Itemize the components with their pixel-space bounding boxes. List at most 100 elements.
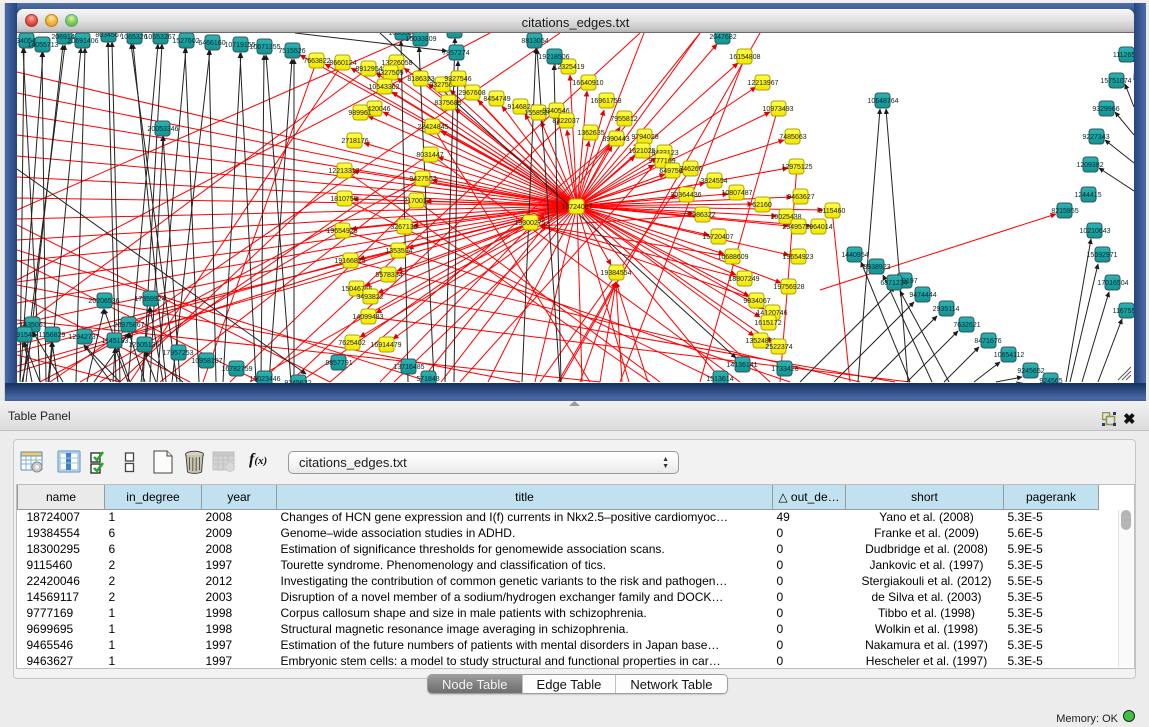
svg-text:7964014: 7964014: [805, 224, 832, 231]
svg-text:14136141: 14136141: [726, 362, 757, 369]
svg-text:8454749: 8454749: [483, 96, 510, 103]
svg-text:8034567: 8034567: [95, 33, 122, 39]
svg-text:8813054: 8813054: [521, 38, 548, 45]
svg-text:16154808: 16154808: [729, 54, 760, 61]
svg-text:20364436: 20364436: [670, 192, 701, 199]
svg-text:571848: 571848: [416, 376, 439, 383]
svg-text:22424845: 22424845: [417, 124, 448, 131]
svg-text:1145193: 1145193: [102, 338, 129, 345]
svg-text:10807487: 10807487: [721, 190, 752, 197]
svg-text:5578334: 5578334: [375, 272, 402, 279]
svg-text:17016504: 17016504: [1097, 280, 1128, 287]
svg-text:9834067: 9834067: [743, 298, 770, 305]
svg-text:3493822: 3493822: [356, 294, 383, 301]
svg-text:18807249: 18807249: [728, 276, 759, 283]
svg-text:2935114: 2935114: [933, 306, 960, 313]
svg-text:7515526: 7515526: [278, 48, 305, 55]
svg-text:9327546: 9327546: [444, 76, 471, 83]
svg-text:12975125: 12975125: [781, 164, 812, 171]
svg-text:19654925: 19654925: [326, 228, 357, 235]
svg-text:746266: 746266: [679, 166, 702, 173]
svg-text:20053346: 20053346: [147, 126, 178, 133]
svg-text:16640910: 16640910: [572, 80, 603, 87]
svg-text:10543362: 10543362: [368, 84, 399, 91]
svg-text:1810755: 1810755: [330, 196, 357, 203]
svg-text:1209382: 1209382: [1076, 162, 1103, 169]
svg-text:16914479: 16914479: [370, 342, 401, 349]
svg-text:18724007: 18724007: [561, 204, 592, 211]
svg-text:8471676: 8471676: [974, 338, 1001, 345]
svg-text:14055713: 14055713: [27, 42, 58, 49]
svg-text:9463627: 9463627: [787, 194, 814, 201]
svg-text:10210643: 10210643: [1079, 228, 1110, 235]
svg-text:989961: 989961: [348, 110, 371, 117]
svg-text:10654112: 10654112: [994, 352, 1025, 359]
svg-text:9115460: 9115460: [819, 208, 846, 215]
svg-text:1112654: 1112654: [1113, 52, 1134, 59]
svg-text:20691406: 20691406: [67, 38, 98, 45]
svg-text:7625402: 7625402: [338, 340, 365, 347]
svg-text:8660124: 8660124: [329, 60, 356, 67]
svg-text:6871234: 6871234: [880, 280, 907, 287]
svg-text:15023446: 15023446: [249, 376, 280, 383]
svg-text:15751074: 15751074: [1100, 78, 1131, 85]
svg-text:7857274: 7857274: [442, 50, 469, 57]
svg-text:19654923: 19654923: [782, 254, 813, 261]
svg-text:3824554: 3824554: [700, 178, 727, 185]
svg-text:17359924: 17359924: [134, 296, 165, 303]
svg-text:10688609: 10688609: [717, 254, 748, 261]
svg-text:8938923: 8938923: [863, 264, 890, 271]
svg-text:1513614: 1513614: [706, 376, 733, 383]
svg-text:7485063: 7485063: [779, 134, 806, 141]
svg-text:19218506: 19218506: [538, 54, 569, 61]
svg-text:6466160: 6466160: [198, 40, 225, 47]
svg-text:1167553: 1167553: [1113, 308, 1134, 315]
svg-text:15720407: 15720407: [702, 234, 733, 241]
svg-text:1353594: 1353594: [385, 248, 412, 255]
svg-text:10671355: 10671355: [249, 44, 280, 51]
svg-text:12213313: 12213313: [328, 168, 359, 175]
svg-text:9857791: 9857791: [325, 360, 352, 367]
svg-text:10973493: 10973493: [762, 106, 793, 113]
svg-text:1527602: 1527602: [172, 38, 199, 45]
svg-text:15692971: 15692971: [1086, 252, 1117, 259]
svg-text:19384554: 19384554: [600, 270, 631, 277]
svg-text:1156829: 1156829: [39, 332, 66, 339]
svg-text:881305: 881305: [443, 33, 466, 35]
svg-text:924565: 924565: [1039, 378, 1062, 383]
svg-text:2047682: 2047682: [709, 34, 736, 41]
svg-text:10958107: 10958107: [191, 358, 222, 365]
svg-text:9245632: 9245632: [284, 380, 311, 383]
svg-text:19756928: 19756928: [773, 284, 804, 291]
svg-text:8215955: 8215955: [1051, 208, 1078, 215]
svg-text:16033809: 16033809: [405, 36, 436, 43]
svg-text:17957253: 17957253: [162, 350, 193, 357]
svg-text:9245652: 9245652: [1017, 368, 1044, 375]
svg-text:8322037: 8322037: [552, 118, 579, 125]
svg-text:9329966: 9329966: [1092, 106, 1119, 113]
svg-text:20975867: 20975867: [113, 322, 144, 329]
svg-text:10648764: 10648764: [867, 98, 898, 105]
svg-text:8031447: 8031447: [416, 152, 443, 159]
svg-text:62160: 62160: [752, 202, 772, 209]
svg-text:9794028: 9794028: [631, 134, 658, 141]
svg-text:3267130: 3267130: [390, 224, 417, 231]
svg-text:19166825: 19166825: [334, 258, 365, 265]
svg-text:14099483: 14099483: [352, 314, 383, 321]
svg-text:9427552: 9427552: [409, 176, 436, 183]
svg-text:15300275: 15300275: [514, 220, 545, 227]
svg-text:12942737: 12942737: [68, 334, 99, 341]
svg-text:16961758: 16961758: [590, 98, 621, 105]
svg-text:13716485: 13716485: [393, 364, 424, 371]
svg-text:12505135: 12505135: [128, 342, 159, 349]
svg-text:2967608: 2967608: [458, 90, 485, 97]
svg-text:10653267: 10653267: [144, 34, 175, 41]
svg-text:2170012: 2170012: [403, 198, 430, 205]
svg-text:9327509: 9327509: [376, 70, 403, 77]
svg-text:16782759: 16782759: [221, 366, 252, 373]
svg-text:1440954: 1440954: [841, 252, 868, 259]
svg-text:1733426: 1733426: [771, 366, 798, 373]
svg-text:12325419: 12325419: [553, 64, 584, 71]
svg-text:2522374: 2522374: [765, 344, 792, 351]
svg-text:7632621: 7632621: [953, 322, 980, 329]
